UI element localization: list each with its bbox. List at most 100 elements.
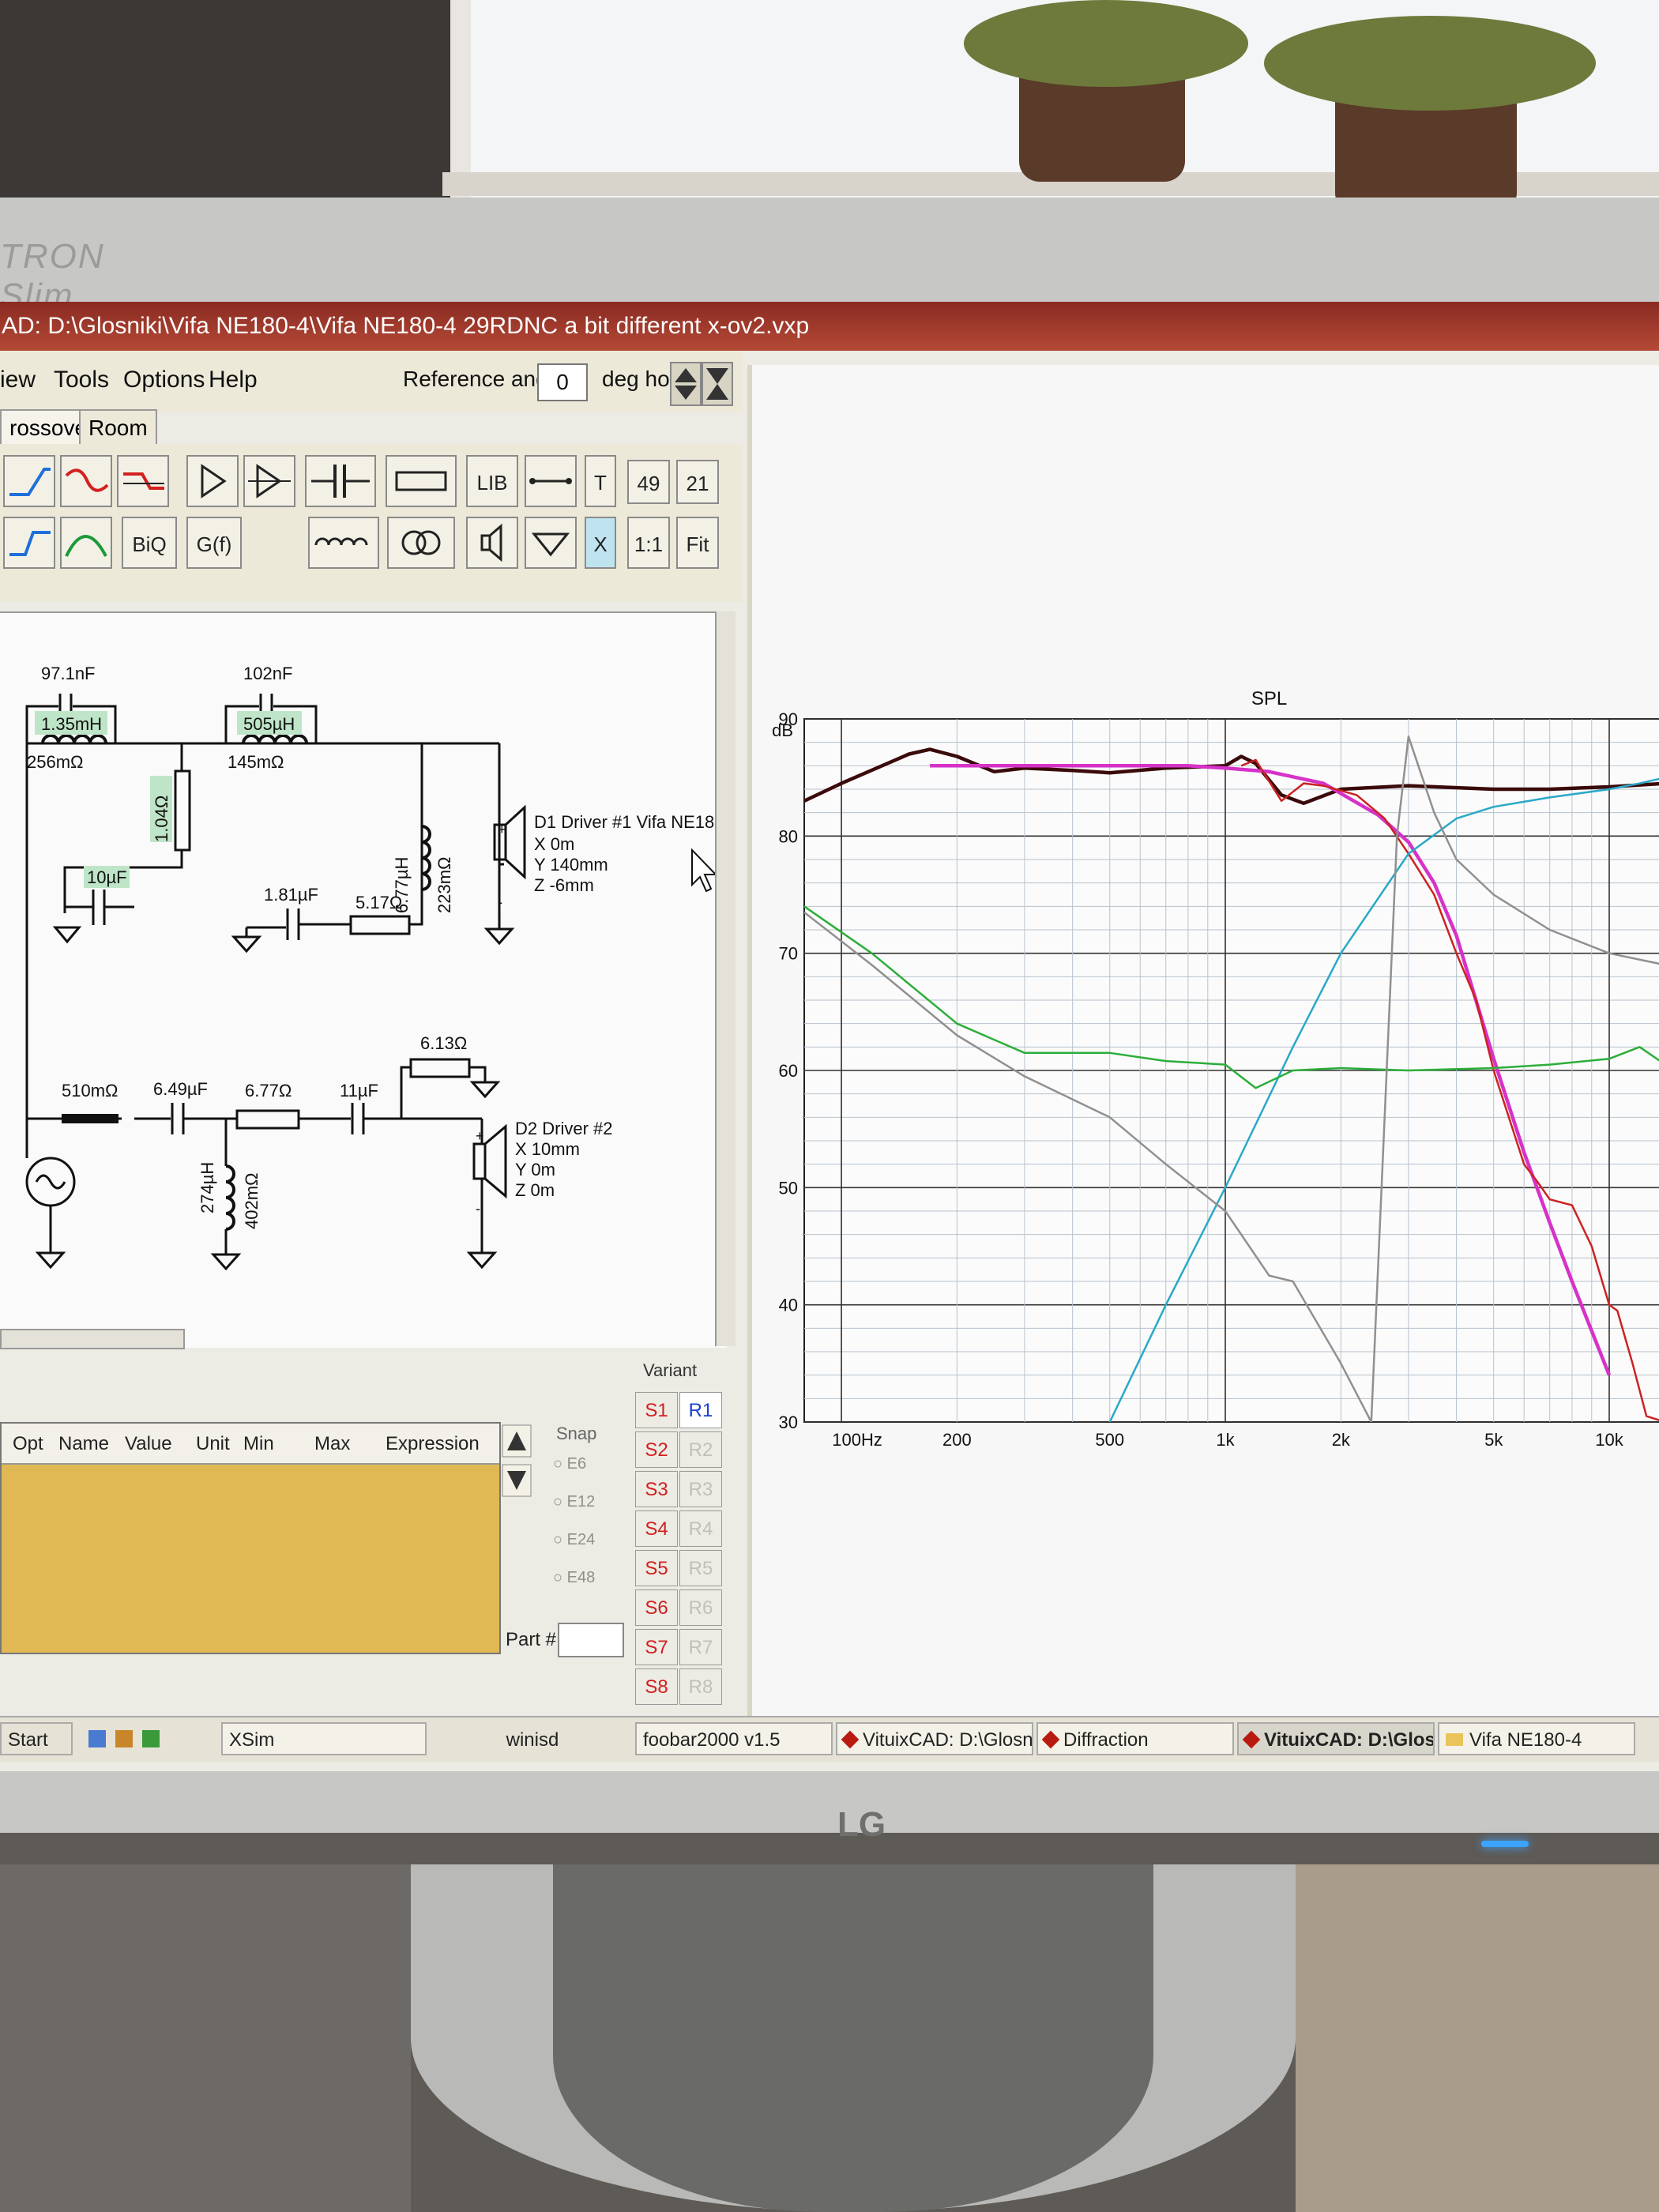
reference-angle-input[interactable]: 0 [537,363,588,401]
x-tick-label: 5k [1484,1430,1503,1450]
spl-chart: 30405060708090dB100Hz 200 500 1k 2k 5k 10kSPL [772,688,1659,1450]
text-tool-button[interactable]: T [585,455,616,507]
gf-button[interactable]: G(f) [186,517,242,569]
lowpass-icon[interactable] [117,455,169,507]
start-button[interactable]: Start [0,1722,73,1755]
snap-group: Snap ○ E6 ○ E12 ○ E24 ○ E48 [545,1424,624,1586]
capacitor-icon[interactable] [305,455,376,507]
snap-option-e24[interactable]: ○ E24 [553,1531,595,1549]
x-tick-label: 1k [1216,1430,1235,1450]
angle-spin-button[interactable] [670,362,702,406]
y-tick-label: 60 [779,1061,798,1081]
snap-option-e48[interactable]: ○ E48 [553,1569,595,1587]
variant-r7[interactable]: R7 [679,1629,722,1665]
taskbar: Start XSim winisd foobar2000 v1.5 Vituix… [0,1716,1659,1762]
task-vituixcad-1[interactable]: VituixCAD: D:\Glosniki... [836,1722,1033,1755]
resistor-icon[interactable] [386,455,457,507]
delete-button[interactable]: X [585,517,616,569]
r5-label: 6.13Ω [420,1033,467,1053]
grid-21-button[interactable]: 21 [676,460,719,504]
lg-logo: LG [837,1805,886,1844]
x-tick-label: 100Hz [832,1430,882,1450]
column-expression[interactable]: Expression [386,1433,480,1455]
schematic-horizontal-scrollbar[interactable] [0,1329,185,1349]
allpass-red-icon[interactable] [60,455,112,507]
task-winisd[interactable]: winisd [427,1722,632,1755]
y-tick-label: 50 [779,1178,798,1198]
variant-s6[interactable]: S6 [635,1589,678,1626]
variant-r5[interactable]: R5 [679,1550,722,1586]
library-button[interactable]: LIB [466,455,518,507]
highpass-icon[interactable] [3,455,55,507]
column-name[interactable]: Name [58,1433,109,1455]
driver-icon[interactable] [466,517,518,569]
wire-icon[interactable] [525,455,577,507]
column-min[interactable]: Min [243,1433,274,1455]
driver1-x: X 0m [534,834,574,854]
tab-room[interactable]: Room [79,409,157,446]
y-tick-label: 80 [779,826,798,846]
y-axis-unit: dB [772,720,793,740]
variant-s3[interactable]: S3 [635,1471,678,1507]
svg-text:+: + [498,822,506,837]
snap-option-e12[interactable]: ○ E12 [553,1493,595,1511]
l4-resistance-label: 402mΩ [242,1173,261,1229]
r-shunt-label: 1.04Ω [152,796,171,842]
zoom-1to1-button[interactable]: 1:1 [627,517,670,569]
move-down-icon[interactable] [502,1464,532,1497]
variant-s5[interactable]: S5 [635,1550,678,1586]
schematic-drawing: 97.1nF 1.35mH 256mΩ 102nF 505µH 145mΩ 1.… [25,664,724,1271]
schematic-canvas[interactable]: 97.1nF 1.35mH 256mΩ 102nF 505µH 145mΩ 1.… [0,611,727,1348]
variant-r4[interactable]: R4 [679,1510,722,1547]
c1-label: 97.1nF [41,664,96,683]
variant-r1[interactable]: R1 [679,1392,722,1428]
variant-r6[interactable]: R6 [679,1589,722,1626]
variant-r2[interactable]: R2 [679,1431,722,1468]
r4-label: 6.77Ω [245,1081,292,1100]
menu-help[interactable]: Help [209,367,258,393]
task-vituixcad-active[interactable]: VituixCAD: D:\Glos... [1237,1722,1435,1755]
column-value[interactable]: Value [125,1433,172,1455]
menu-tools[interactable]: Tools [54,367,109,393]
task-diffraction[interactable]: Diffraction [1036,1722,1234,1755]
variant-r8[interactable]: R8 [679,1668,722,1705]
ground-icon[interactable] [525,517,577,569]
biquad-button[interactable]: BiQ [122,517,177,569]
move-up-icon[interactable] [502,1424,532,1458]
snap-option-e6[interactable]: ○ E6 [553,1455,586,1473]
amplifier-icon[interactable] [186,455,239,507]
variant-s8[interactable]: S8 [635,1668,678,1705]
bandpass-icon[interactable] [60,517,112,569]
part-number-input[interactable] [558,1623,624,1657]
menu-options[interactable]: Options [123,367,205,393]
variant-s4[interactable]: S4 [635,1510,678,1547]
optimizer-table[interactable]: Opt Name Value Unit Min Max Expression [0,1422,501,1654]
inverting-amplifier-icon[interactable] [243,455,295,507]
snap-label: Snap [556,1424,597,1443]
transformer-icon[interactable] [387,517,455,569]
l2-resistance-label: 145mΩ [228,752,284,772]
quicklaunch-icons[interactable] [87,1729,174,1749]
highpass-shelf-icon[interactable] [3,517,55,569]
variant-r3[interactable]: R3 [679,1471,722,1507]
column-unit[interactable]: Unit [196,1433,230,1455]
l3-resistance-label: 223mΩ [434,857,454,913]
task-vifa-folder[interactable]: Vifa NE180-4 [1438,1722,1635,1755]
inductor-icon[interactable] [308,517,379,569]
menu-view[interactable]: iew [0,367,36,393]
task-foobar2000[interactable]: foobar2000 v1.5 [635,1722,833,1755]
variant-panel: Variant S1 R1 S2 R2 S3 R3 S4 R4 S5 R5 S6 R6 S7 R7 S8 R8 [632,1360,727,1705]
component-toolbar: LIB T 49 21 BiQ G(f) X 1:1 Fit [0,444,743,602]
variant-s1[interactable]: S1 [635,1392,678,1428]
schematic-vertical-scrollbar[interactable] [715,611,735,1346]
variant-s2[interactable]: S2 [635,1431,678,1468]
c-shunt-label: 10µF [87,867,127,887]
grid-49-button[interactable]: 49 [627,460,670,504]
zoom-fit-button[interactable]: Fit [676,517,719,569]
variant-s7[interactable]: S7 [635,1629,678,1665]
svg-text:+: + [476,1128,484,1144]
task-xsim[interactable]: XSim [221,1722,427,1755]
column-max[interactable]: Max [314,1433,350,1455]
angle-hourglass-button[interactable] [702,362,733,406]
column-opt[interactable]: Opt [13,1433,43,1455]
